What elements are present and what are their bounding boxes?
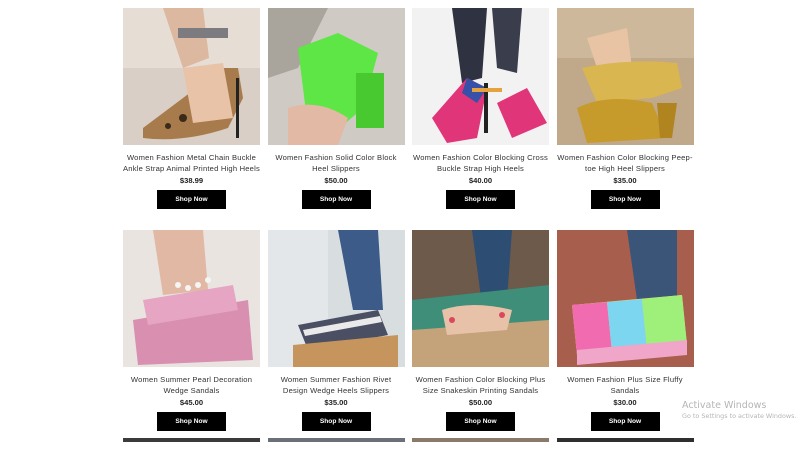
product-card: Women Summer Fashion Rivet Design Wedge … bbox=[267, 230, 405, 452]
product-card: Women Summer Pearl Decoration Wedge Sand… bbox=[123, 230, 260, 452]
product-title[interactable]: Women Summer Pearl Decoration Wedge Sand… bbox=[123, 374, 260, 396]
product-title[interactable]: Women Fashion Metal Chain Buckle Ankle S… bbox=[123, 152, 260, 174]
product-price: $30.00 bbox=[613, 398, 637, 407]
product-title[interactable]: Women Fashion Color Blocking Cross Buckl… bbox=[412, 152, 549, 174]
fluffy-sandal-image bbox=[556, 230, 694, 367]
product-image-peek bbox=[123, 438, 260, 442]
activate-windows-watermark: Activate Windows Go to Settings to activ… bbox=[682, 400, 796, 420]
product-title[interactable]: Women Summer Fashion Rivet Design Wedge … bbox=[268, 374, 405, 396]
product-image[interactable] bbox=[267, 8, 405, 145]
shop-now-button[interactable]: Shop Now bbox=[590, 412, 660, 431]
product-card: Women Fashion Metal Chain Buckle Ankle S… bbox=[123, 8, 260, 230]
snakeskin-sandal-image bbox=[412, 230, 549, 367]
shop-now-button[interactable]: Shop Now bbox=[157, 190, 226, 209]
product-card: Women Fashion Plus Size Fluffy Sandals $… bbox=[556, 230, 694, 452]
product-title[interactable]: Women Fashion Solid Color Block Heel Sli… bbox=[268, 152, 405, 174]
product-price: $45.00 bbox=[179, 398, 204, 407]
product-image[interactable] bbox=[556, 230, 694, 367]
product-title[interactable]: Women Fashion Color Blocking Peep-toe Hi… bbox=[557, 152, 694, 174]
product-image-peek bbox=[412, 438, 549, 442]
product-price: $38.99 bbox=[179, 176, 204, 185]
shop-now-button[interactable]: Shop Now bbox=[301, 412, 371, 431]
product-image[interactable] bbox=[123, 8, 260, 145]
product-grid: Women Fashion Metal Chain Buckle Ankle S… bbox=[123, 8, 694, 452]
pink-wedge-image bbox=[123, 230, 260, 367]
product-image[interactable] bbox=[412, 230, 549, 367]
product-price: $40.00 bbox=[468, 176, 493, 185]
product-price: $50.00 bbox=[324, 176, 348, 185]
watermark-subtitle: Go to Settings to activate Windows. bbox=[682, 412, 797, 420]
product-card: Women Fashion Color Blocking Peep-toe Hi… bbox=[556, 8, 694, 230]
product-image-peek bbox=[267, 438, 405, 442]
product-price: $35.00 bbox=[324, 398, 348, 407]
product-card: Women Fashion Color Blocking Plus Size S… bbox=[412, 230, 549, 452]
gold-slipper-image bbox=[556, 8, 694, 145]
striped-wedge-image bbox=[267, 230, 405, 367]
product-image[interactable] bbox=[123, 230, 260, 367]
shop-now-button[interactable]: Shop Now bbox=[590, 190, 660, 209]
shop-now-button[interactable]: Shop Now bbox=[301, 190, 371, 209]
product-price: $35.00 bbox=[613, 176, 637, 185]
shop-now-button[interactable]: Shop Now bbox=[446, 190, 515, 209]
product-image-peek bbox=[556, 438, 694, 442]
product-title[interactable]: Women Fashion Color Blocking Plus Size S… bbox=[412, 374, 549, 396]
shop-now-button[interactable]: Shop Now bbox=[157, 412, 226, 431]
next-row-images bbox=[123, 438, 694, 442]
product-price: $50.00 bbox=[468, 398, 493, 407]
product-card: Women Fashion Color Blocking Cross Buckl… bbox=[412, 8, 549, 230]
product-title[interactable]: Women Fashion Plus Size Fluffy Sandals bbox=[557, 374, 694, 396]
product-image[interactable] bbox=[412, 8, 549, 145]
product-image[interactable] bbox=[556, 8, 694, 145]
product-image[interactable] bbox=[267, 230, 405, 367]
product-card: Women Fashion Solid Color Block Heel Sli… bbox=[267, 8, 405, 230]
watermark-title: Activate Windows bbox=[682, 400, 767, 411]
pink-blue-heel-image bbox=[412, 8, 549, 145]
shop-now-button[interactable]: Shop Now bbox=[446, 412, 515, 431]
green-block-heel-image bbox=[267, 8, 405, 145]
leopard-heel-image bbox=[123, 8, 260, 145]
